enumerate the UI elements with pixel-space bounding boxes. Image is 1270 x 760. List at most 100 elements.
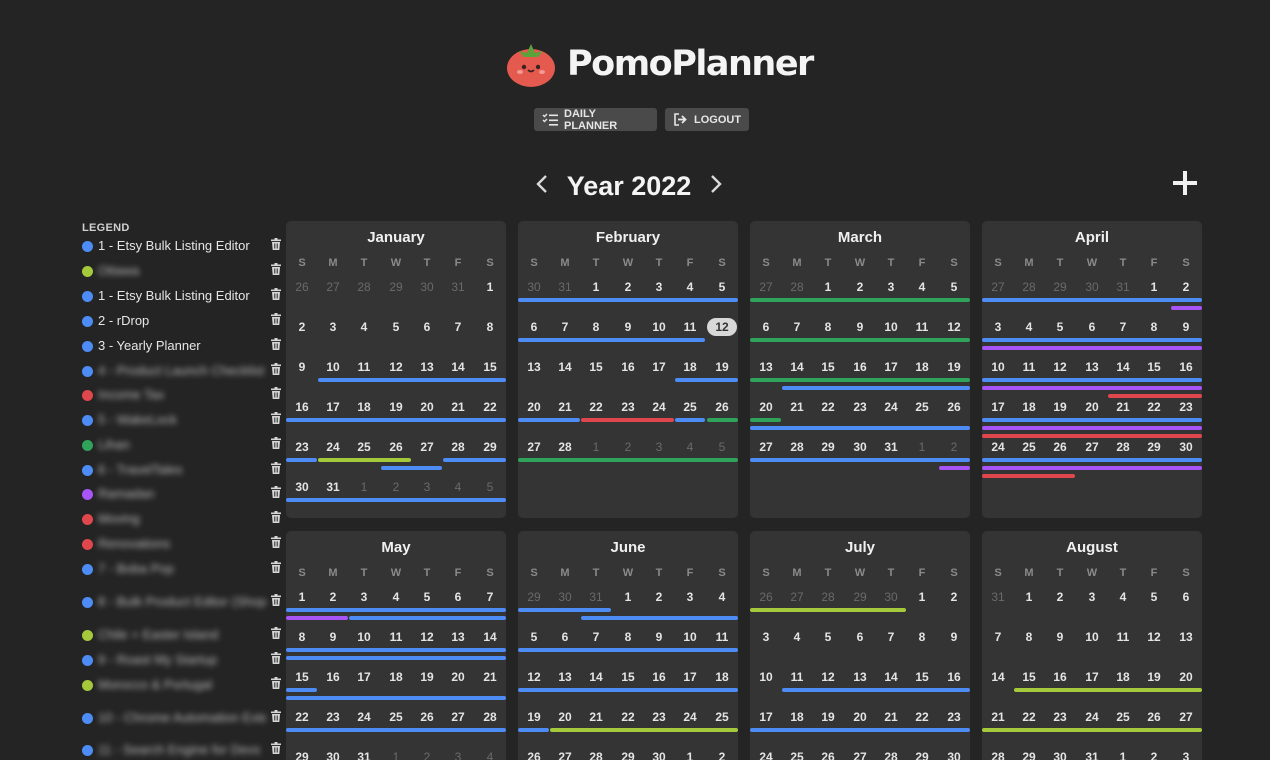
day-cell[interactable]: 18 xyxy=(1108,669,1138,685)
day-cell[interactable]: 1 xyxy=(381,749,411,760)
day-cell[interactable]: 17 xyxy=(349,669,379,685)
trash-icon[interactable] xyxy=(271,312,281,330)
day-cell[interactable]: 12 xyxy=(519,669,549,685)
day-cell[interactable]: 18 xyxy=(381,669,411,685)
day-cell[interactable]: 19 xyxy=(1139,669,1169,685)
day-cell[interactable]: 9 xyxy=(287,359,317,375)
day-cell[interactable]: 7 xyxy=(475,589,505,605)
day-cell[interactable]: 4 xyxy=(675,279,705,295)
event-bar[interactable] xyxy=(518,648,738,652)
day-cell[interactable]: 28 xyxy=(475,709,505,725)
event-bar[interactable] xyxy=(286,418,506,422)
day-cell[interactable]: 4 xyxy=(1014,319,1044,335)
day-cell[interactable]: 16 xyxy=(318,669,348,685)
day-cell[interactable]: 27 xyxy=(412,439,442,455)
day-cell[interactable]: 19 xyxy=(939,359,969,375)
day-cell[interactable]: 22 xyxy=(907,709,937,725)
day-cell[interactable]: 25 xyxy=(782,749,812,760)
day-cell[interactable]: 19 xyxy=(707,359,737,375)
day-cell[interactable]: 9 xyxy=(845,319,875,335)
day-cell[interactable]: 27 xyxy=(443,709,473,725)
day-cell[interactable]: 23 xyxy=(845,399,875,415)
event-bar[interactable] xyxy=(349,616,506,620)
event-bar[interactable] xyxy=(675,418,705,422)
event-bar[interactable] xyxy=(982,346,1202,350)
day-cell[interactable]: 27 xyxy=(751,279,781,295)
day-cell[interactable]: 11 xyxy=(907,319,937,335)
day-cell[interactable]: 21 xyxy=(1108,399,1138,415)
day-cell[interactable]: 2 xyxy=(1045,589,1075,605)
day-cell[interactable]: 15 xyxy=(287,669,317,685)
legend-item[interactable]: 8 - Bulk Product Editor (Shopify) xyxy=(82,594,284,610)
day-cell[interactable]: 16 xyxy=(644,669,674,685)
day-cell[interactable]: 14 xyxy=(1108,359,1138,375)
trash-icon[interactable] xyxy=(271,287,281,305)
day-cell[interactable]: 20 xyxy=(751,399,781,415)
day-cell[interactable]: 29 xyxy=(1045,279,1075,295)
day-cell[interactable]: 26 xyxy=(939,399,969,415)
legend-item[interactable]: 7 - Boba Pop xyxy=(82,561,284,577)
day-cell[interactable]: 27 xyxy=(983,279,1013,295)
day-cell[interactable]: 19 xyxy=(519,709,549,725)
day-cell[interactable]: 10 xyxy=(1077,629,1107,645)
day-cell[interactable]: 2 xyxy=(318,589,348,605)
day-cell[interactable]: 29 xyxy=(287,749,317,760)
day-cell[interactable]: 23 xyxy=(1045,709,1075,725)
legend-item[interactable]: Morocco & Portugal xyxy=(82,677,284,693)
day-cell[interactable]: 30 xyxy=(939,749,969,760)
day-cell[interactable]: 29 xyxy=(813,439,843,455)
day-cell[interactable]: 31 xyxy=(443,279,473,295)
event-bar[interactable] xyxy=(550,728,738,732)
day-cell[interactable]: 3 xyxy=(675,589,705,605)
month-card-january[interactable]: January S M T W T F S 26 27 28 29 30 31 1 2 3 4 5 6 7 8 9 10 11 1… xyxy=(286,221,506,518)
day-cell[interactable]: 16 xyxy=(845,359,875,375)
day-cell[interactable]: 2 xyxy=(613,439,643,455)
day-cell[interactable]: 2 xyxy=(412,749,442,760)
legend-item[interactable]: Ottawa xyxy=(82,263,284,279)
day-cell[interactable]: 10 xyxy=(318,359,348,375)
day-cell[interactable]: 14 xyxy=(983,669,1013,685)
event-bar[interactable] xyxy=(982,474,1075,478)
day-cell[interactable]: 4 xyxy=(675,439,705,455)
day-cell[interactable]: 1 xyxy=(613,589,643,605)
day-cell[interactable]: 25 xyxy=(1014,439,1044,455)
day-cell[interactable]: 25 xyxy=(381,709,411,725)
day-cell[interactable]: 4 xyxy=(349,319,379,335)
day-cell[interactable]: 24 xyxy=(751,749,781,760)
day-cell[interactable]: 31 xyxy=(1077,749,1107,760)
day-cell[interactable]: 30 xyxy=(550,589,580,605)
day-cell[interactable]: 11 xyxy=(707,629,737,645)
day-cell[interactable]: 1 xyxy=(813,279,843,295)
legend-item[interactable]: 5 - WakeLock xyxy=(82,412,284,428)
day-cell[interactable]: 21 xyxy=(550,399,580,415)
trash-icon[interactable] xyxy=(271,651,281,669)
day-cell[interactable]: 1 xyxy=(675,749,705,760)
day-cell[interactable]: 15 xyxy=(1014,669,1044,685)
month-card-february[interactable]: February S M T W T F S 30 31 1 2 3 4 5 6 7 8 9 10 11 12 13 14 15… xyxy=(518,221,738,518)
chevron-left-icon[interactable] xyxy=(536,174,548,199)
day-cell[interactable]: 20 xyxy=(1171,669,1201,685)
trash-icon[interactable] xyxy=(271,560,281,578)
day-cell[interactable]: 21 xyxy=(782,399,812,415)
day-cell[interactable]: 1 xyxy=(581,279,611,295)
event-bar[interactable] xyxy=(518,298,738,302)
trash-icon[interactable] xyxy=(271,626,281,644)
trash-icon[interactable] xyxy=(271,461,281,479)
day-cell[interactable]: 5 xyxy=(707,279,737,295)
day-cell[interactable]: 18 xyxy=(707,669,737,685)
legend-item[interactable]: Lihan xyxy=(82,437,284,453)
day-cell[interactable]: 31 xyxy=(318,479,348,495)
month-card-april[interactable]: April S M T W T F S 27 28 29 30 31 1 2 3 4 5 6 7 8 9 10 11 12 13 1… xyxy=(982,221,1202,518)
day-cell[interactable]: 25 xyxy=(707,709,737,725)
day-cell[interactable]: 22 xyxy=(1139,399,1169,415)
day-cell[interactable]: 17 xyxy=(751,709,781,725)
legend-item[interactable]: Renovations xyxy=(82,536,284,552)
day-cell[interactable]: 2 xyxy=(381,479,411,495)
day-cell[interactable]: 29 xyxy=(1139,439,1169,455)
day-cell[interactable]: 3 xyxy=(751,629,781,645)
day-cell[interactable]: 20 xyxy=(1077,399,1107,415)
day-cell[interactable]: 15 xyxy=(813,359,843,375)
day-cell[interactable]: 4 xyxy=(782,629,812,645)
day-cell[interactable]: 17 xyxy=(675,669,705,685)
day-cell[interactable]: 9 xyxy=(1171,319,1201,335)
